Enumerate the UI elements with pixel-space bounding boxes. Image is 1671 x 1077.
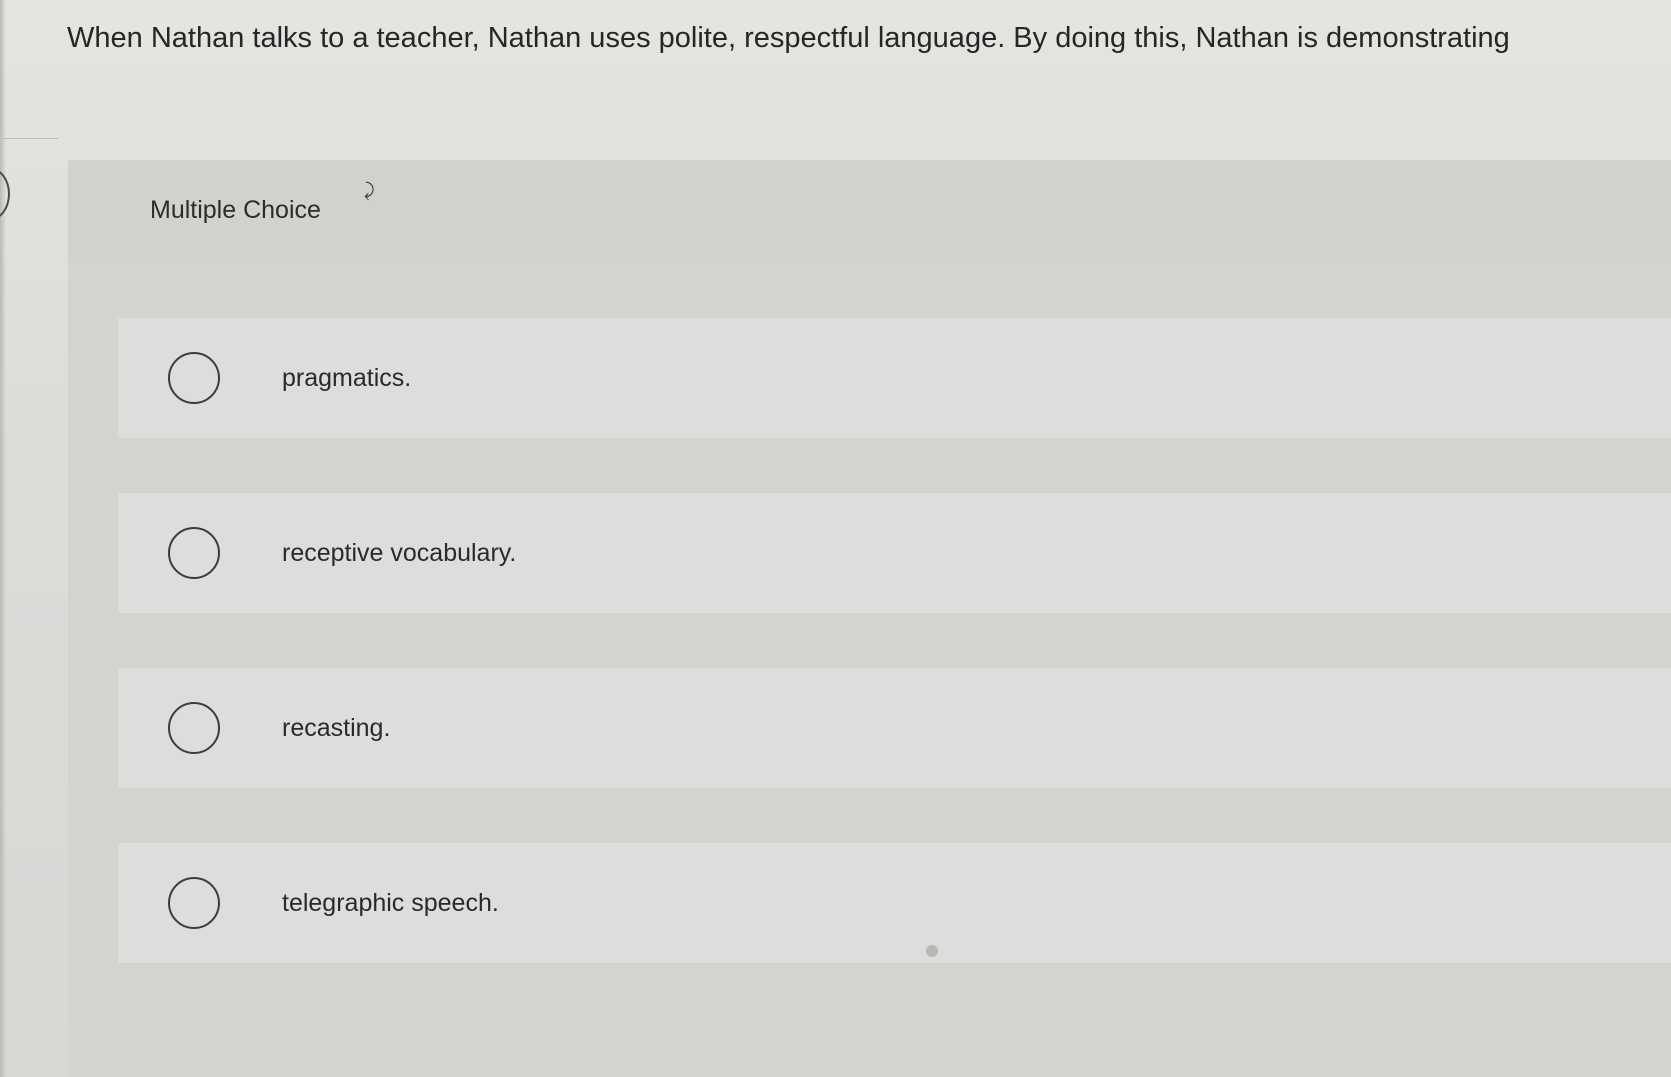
answer-option-telegraphic-speech[interactable]: telegraphic speech.	[118, 843, 1671, 963]
answer-option-recasting[interactable]: recasting.	[118, 668, 1671, 788]
option-label[interactable]: receptive vocabulary.	[282, 535, 516, 571]
option-label[interactable]: telegraphic speech.	[282, 885, 499, 921]
card-header: Multiple Choice ⤸	[68, 160, 1671, 258]
question-type-label: Multiple Choice	[150, 196, 321, 224]
screen-speck	[926, 945, 938, 957]
quiz-page: When Nathan talks to a teacher, Nathan u…	[0, 0, 1671, 1077]
radio-button-icon[interactable]	[168, 527, 220, 579]
top-divider	[0, 138, 58, 139]
answer-option-receptive-vocabulary[interactable]: receptive vocabulary.	[118, 493, 1671, 613]
answer-options: pragmatics. receptive vocabulary. recast…	[118, 318, 1671, 1018]
radio-button-icon[interactable]	[168, 352, 220, 404]
option-label[interactable]: pragmatics.	[282, 360, 411, 396]
question-prompt: When Nathan talks to a teacher, Nathan u…	[67, 22, 1510, 54]
left-edge-shadow	[0, 0, 6, 1077]
radio-button-icon[interactable]	[168, 877, 220, 929]
mouse-cursor-icon: ⤸	[364, 180, 375, 200]
question-card: Multiple Choice ⤸ pragmatics. receptive …	[68, 160, 1671, 1077]
option-label[interactable]: recasting.	[282, 710, 390, 746]
answer-option-pragmatics[interactable]: pragmatics.	[118, 318, 1671, 438]
radio-button-icon[interactable]	[168, 702, 220, 754]
